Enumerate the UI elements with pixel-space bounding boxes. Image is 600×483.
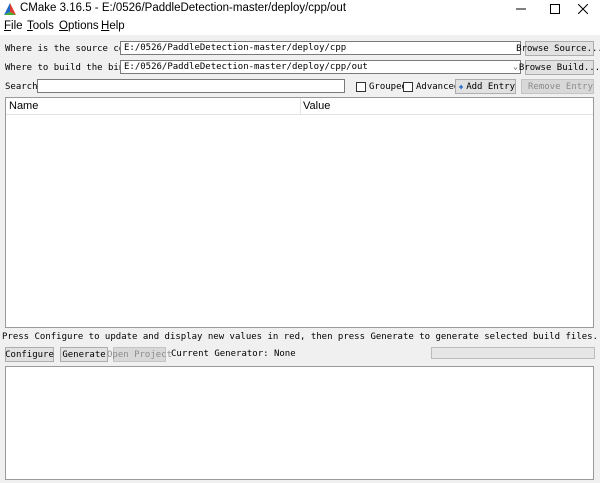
source-path-input[interactable]: E:/0526/PaddleDetection-master/deploy/cp… (120, 41, 521, 55)
column-divider[interactable] (300, 98, 301, 115)
window-title: CMake 3.16.5 - E:/0526/PaddleDetection-m… (20, 2, 347, 14)
table-header: Name Value (6, 98, 593, 115)
current-generator-text: Current Generator: None (171, 349, 296, 359)
menu-help[interactable]: Help (101, 20, 125, 32)
column-header-name[interactable]: Name (9, 100, 38, 112)
cmake-triangle-icon (4, 3, 16, 15)
output-log[interactable] (5, 366, 594, 480)
configure-button[interactable]: Configure (5, 347, 54, 362)
minimize-icon (516, 8, 526, 10)
remove-entry-button[interactable]: Remove Entry (521, 79, 594, 94)
hint-text: Press Configure to update and display ne… (1, 332, 599, 342)
menu-bar: File Tools Options Help (0, 18, 600, 35)
build-path-combobox[interactable]: E:/0526/PaddleDetection-master/deploy/cp… (120, 60, 521, 74)
grouped-label: Grouped (369, 82, 407, 92)
browse-build-button[interactable]: Browse Build... (519, 60, 600, 75)
grouped-checkbox[interactable] (356, 82, 366, 92)
title-bar: CMake 3.16.5 - E:/0526/PaddleDetection-m… (0, 0, 600, 18)
column-header-value[interactable]: Value (303, 100, 330, 112)
close-icon (578, 4, 588, 14)
advanced-label: Advanced (416, 82, 460, 92)
add-entry-icon (459, 84, 464, 89)
search-input[interactable] (37, 79, 345, 93)
progress-bar (431, 347, 595, 359)
menu-file[interactable]: File (4, 20, 23, 32)
chevron-down-icon: ⌄ (513, 62, 518, 71)
minimize-button[interactable] (504, 0, 538, 18)
output-text (6, 367, 593, 373)
menu-tools[interactable]: Tools (27, 20, 54, 32)
advanced-checkbox[interactable] (403, 82, 413, 92)
close-button[interactable] (566, 0, 600, 18)
generate-button[interactable]: Generate (60, 347, 108, 362)
open-project-button[interactable]: Open Project (107, 347, 172, 362)
browse-source-button[interactable]: Browse Source... (516, 41, 600, 56)
add-entry-button[interactable]: Add Entry (455, 79, 516, 94)
maximize-icon (550, 4, 560, 14)
menu-options[interactable]: Options (59, 20, 99, 32)
cache-table[interactable]: Name Value (5, 97, 594, 328)
